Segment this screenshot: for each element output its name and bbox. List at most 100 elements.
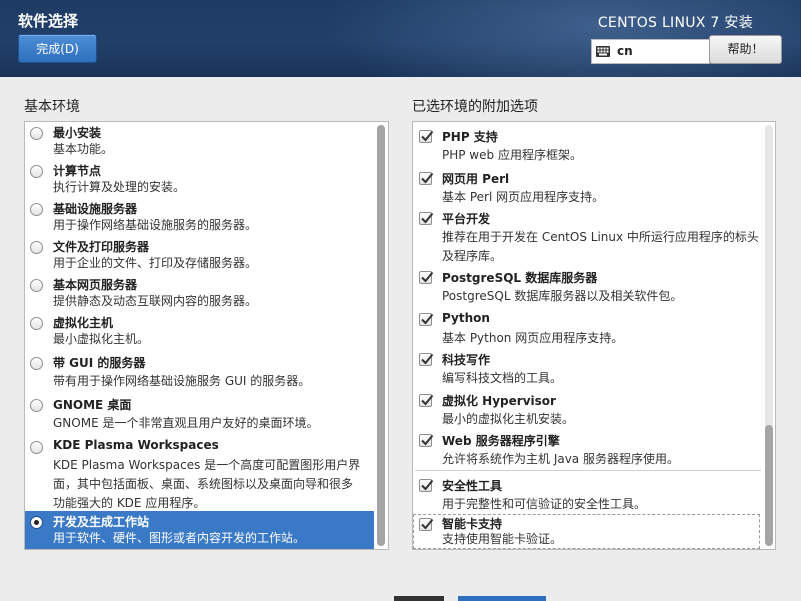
- env-item-desc: 最小虚拟化主机。: [53, 332, 150, 346]
- env-item-desc: GNOME 是一个非常直观且用户友好的桌面环境。: [53, 416, 319, 430]
- checkbox[interactable]: [419, 212, 434, 225]
- addon-item-desc: 用于完整性和可信验证的安全性工具。: [442, 497, 647, 511]
- radio-icon[interactable]: [30, 357, 43, 370]
- checkmark-icon: [421, 313, 434, 325]
- addon-item-platform-devel[interactable]: 平台开发 推荐在用于开发在 CentOS Linux 中所运行应用程序的标头及程…: [413, 207, 763, 265]
- env-item-desc: KDE Plasma Workspaces 是一个高度可配置图形用户界面，其中包…: [53, 458, 361, 510]
- addon-item-technical-writing[interactable]: 科技写作 编写科技文档的工具。: [413, 348, 763, 388]
- checkbox[interactable]: [419, 434, 434, 447]
- env-item-desc: 提供静态及动态互联网内容的服务器。: [53, 294, 258, 308]
- addons-scrollbar[interactable]: [765, 125, 773, 546]
- env-item-name: 计算节点: [53, 164, 102, 178]
- addon-item-perl-web[interactable]: 网页用 Perl 基本 Perl 网页应用程序支持。: [413, 167, 763, 207]
- addon-item-smartcard[interactable]: 智能卡支持 支持使用智能卡验证。: [413, 514, 760, 549]
- env-item-desc: 带有用于操作网络基础设施服务 GUI 的服务器。: [53, 374, 311, 388]
- radio-icon[interactable]: [30, 317, 43, 330]
- radio-icon[interactable]: [30, 399, 43, 412]
- taskbar-fragment: [394, 596, 444, 601]
- addon-item-desc: PHP web 应用程序框架。: [442, 148, 582, 162]
- radio-icon[interactable]: [30, 165, 43, 178]
- checkmark-icon: [421, 394, 434, 406]
- install-title: CENTOS LINUX 7 安装: [597, 15, 753, 31]
- env-item-minimal[interactable]: 最小安装 基本功能。: [25, 122, 375, 160]
- addon-item-desc: 允许将系统作为主机 Java 服务器程序使用。: [442, 452, 679, 466]
- checkbox[interactable]: [419, 271, 434, 284]
- addon-item-java-servlet-engine[interactable]: Web 服务器程序引擎 允许将系统作为主机 Java 服务器程序使用。: [413, 429, 763, 469]
- env-item-name: 带 GUI 的服务器: [53, 356, 146, 370]
- addon-item-desc: 基本 Perl 网页应用程序支持。: [442, 190, 605, 204]
- addon-item-desc: 基本 Python 网页应用程序支持。: [442, 331, 624, 345]
- env-item-desc: 用于企业的文件、打印及存储服务器。: [53, 256, 258, 270]
- base-env-scrollbar[interactable]: [377, 125, 385, 546]
- checkbox[interactable]: [419, 479, 434, 492]
- addon-item-name: 网页用 Perl: [442, 172, 510, 186]
- addon-item-name: PostgreSQL 数据库服务器: [442, 271, 598, 285]
- checkmark-icon: [421, 479, 434, 491]
- radio-icon[interactable]: [30, 516, 43, 529]
- addon-item-desc: PostgreSQL 数据库服务器以及相关软件包。: [442, 289, 683, 303]
- checkbox[interactable]: [419, 313, 434, 326]
- env-item-desc: 基本功能。: [53, 142, 114, 156]
- done-button[interactable]: 完成(D): [18, 34, 97, 63]
- addon-item-python[interactable]: Python 基本 Python 网页应用程序支持。: [413, 308, 763, 348]
- radio-icon[interactable]: [30, 441, 43, 454]
- taskbar-fragment-active: [458, 596, 546, 601]
- addon-item-virtualization-hypervisor[interactable]: 虚拟化 Hypervisor 最小的虚拟化主机安装。: [413, 389, 763, 429]
- env-item-name: KDE Plasma Workspaces: [53, 438, 219, 452]
- addon-item-name: 虚拟化 Hypervisor: [442, 394, 556, 408]
- addon-item-name: 科技写作: [442, 353, 491, 367]
- addon-item-security-tools[interactable]: 安全性工具 用于完整性和可信验证的安全性工具。: [413, 474, 763, 514]
- base-env-list: 最小安装 基本功能。 计算节点 执行计算及处理的安装。 基础设施服务器 用于操作…: [24, 121, 389, 550]
- addon-item-postgresql[interactable]: PostgreSQL 数据库服务器 PostgreSQL 数据库服务器以及相关软…: [413, 266, 763, 306]
- addon-item-name: 安全性工具: [442, 479, 503, 493]
- checkbox[interactable]: [419, 172, 434, 185]
- radio-icon[interactable]: [30, 127, 43, 140]
- env-item-compute-node[interactable]: 计算节点 执行计算及处理的安装。: [25, 160, 375, 198]
- keyboard-layout-indicator[interactable]: cn: [591, 39, 710, 64]
- addon-item-php[interactable]: PHP 支持 PHP web 应用程序框架。: [413, 125, 763, 165]
- addons-heading: 已选环境的附加选项: [412, 99, 538, 115]
- env-item-name: GNOME 桌面: [53, 398, 132, 412]
- env-item-gnome-desktop[interactable]: GNOME 桌面 GNOME 是一个非常直观且用户友好的桌面环境。: [25, 394, 375, 434]
- keyboard-layout-value: cn: [617, 44, 633, 58]
- env-item-name: 最小安装: [53, 126, 102, 140]
- checkmark-icon: [421, 172, 434, 184]
- env-item-infrastructure-server[interactable]: 基础设施服务器 用于操作网络基础设施服务的服务器。: [25, 198, 375, 236]
- addons-separator: [415, 470, 761, 471]
- env-item-name: 基础设施服务器: [53, 202, 138, 216]
- env-item-web-server[interactable]: 基本网页服务器 提供静态及动态互联网内容的服务器。: [25, 274, 375, 312]
- addon-item-name: Python: [442, 311, 490, 325]
- base-env-heading: 基本环境: [24, 99, 80, 115]
- page-title: 软件选择: [18, 12, 79, 30]
- checkmark-icon: [421, 130, 434, 142]
- checkbox[interactable]: [419, 353, 434, 366]
- env-item-name: 基本网页服务器: [53, 278, 138, 292]
- addon-item-desc: 最小的虚拟化主机安装。: [442, 412, 575, 426]
- addon-item-name: Web 服务器程序引擎: [442, 434, 560, 448]
- radio-icon[interactable]: [30, 241, 43, 254]
- env-item-kde-plasma[interactable]: KDE Plasma Workspaces KDE Plasma Workspa…: [25, 436, 375, 510]
- addon-item-desc: 支持使用智能卡验证。: [442, 532, 563, 546]
- env-item-desc: 执行计算及处理的安装。: [53, 180, 186, 194]
- addons-scroll-thumb[interactable]: [765, 425, 773, 546]
- env-item-virtualization-host[interactable]: 虚拟化主机 最小虚拟化主机。: [25, 312, 375, 350]
- checkbox[interactable]: [419, 394, 434, 407]
- checkbox[interactable]: [419, 130, 434, 143]
- env-item-dev-workstation[interactable]: 开发及生成工作站 用于软件、硬件、图形或者内容开发的工作站。: [25, 511, 374, 549]
- env-item-server-with-gui[interactable]: 带 GUI 的服务器 带有用于操作网络基础设施服务 GUI 的服务器。: [25, 352, 375, 392]
- addons-list: PHP 支持 PHP web 应用程序框架。 网页用 Perl 基本 Perl …: [412, 121, 776, 550]
- env-item-name: 虚拟化主机: [53, 316, 114, 330]
- help-button[interactable]: 帮助！: [709, 35, 782, 64]
- env-item-name: 开发及生成工作站: [53, 515, 150, 529]
- radio-icon[interactable]: [30, 203, 43, 216]
- base-env-scroll-thumb[interactable]: [377, 125, 385, 546]
- radio-icon[interactable]: [30, 279, 43, 292]
- addon-item-desc: 推荐在用于开发在 CentOS Linux 中所运行应用程序的标头及程序库。: [442, 230, 759, 263]
- checkmark-icon: [421, 353, 434, 365]
- checkbox[interactable]: [419, 518, 434, 531]
- checkmark-icon: [421, 518, 434, 530]
- header-bar: 软件选择 完成(D) CENTOS LINUX 7 安装 cn 帮助！: [0, 0, 801, 77]
- addon-item-name: 平台开发: [442, 212, 491, 226]
- env-item-desc: 用于操作网络基础设施服务的服务器。: [53, 218, 258, 232]
- env-item-file-print-server[interactable]: 文件及打印服务器 用于企业的文件、打印及存储服务器。: [25, 236, 375, 274]
